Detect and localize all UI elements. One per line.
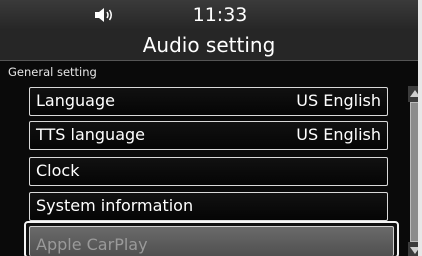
- menu-item-language[interactable]: Language US English: [29, 87, 388, 116]
- scrollbar-thumb[interactable]: [410, 102, 418, 242]
- menu-item-clock[interactable]: Clock: [29, 157, 388, 186]
- selection-highlight: Apple CarPlay: [29, 226, 394, 256]
- speaker-volume-icon: [95, 8, 112, 22]
- menu-item-label: Clock: [36, 161, 80, 180]
- menu-item-tts-language[interactable]: TTS language US English: [29, 121, 388, 150]
- scroll-up-arrow-icon: [410, 90, 418, 97]
- menu-item-value: US English: [296, 91, 381, 110]
- menu-item-label: Language: [36, 91, 115, 110]
- menu-item-apple-carplay[interactable]: Apple CarPlay: [24, 221, 399, 256]
- page-margin: [418, 0, 422, 256]
- menu-item-label: TTS language: [36, 125, 145, 144]
- scroll-up-button[interactable]: [408, 86, 418, 102]
- clock-time: 11:33: [192, 4, 248, 26]
- menu-item-label: System information: [36, 196, 194, 215]
- menu-item-system-information[interactable]: System information: [29, 192, 388, 221]
- title-bar: Audio setting: [0, 30, 418, 61]
- page-title: Audio setting: [142, 33, 276, 57]
- menu-item-label: Apple CarPlay: [36, 235, 148, 254]
- scrollbar[interactable]: [408, 86, 418, 256]
- section-label: General setting: [8, 65, 97, 79]
- scroll-down-button[interactable]: [408, 242, 418, 256]
- scroll-down-arrow-icon: [410, 247, 418, 254]
- menu-item-value: US English: [296, 125, 381, 144]
- status-bar: 11:33: [0, 0, 418, 30]
- infotainment-screen: 11:33 Audio setting General setting Lang…: [0, 0, 418, 256]
